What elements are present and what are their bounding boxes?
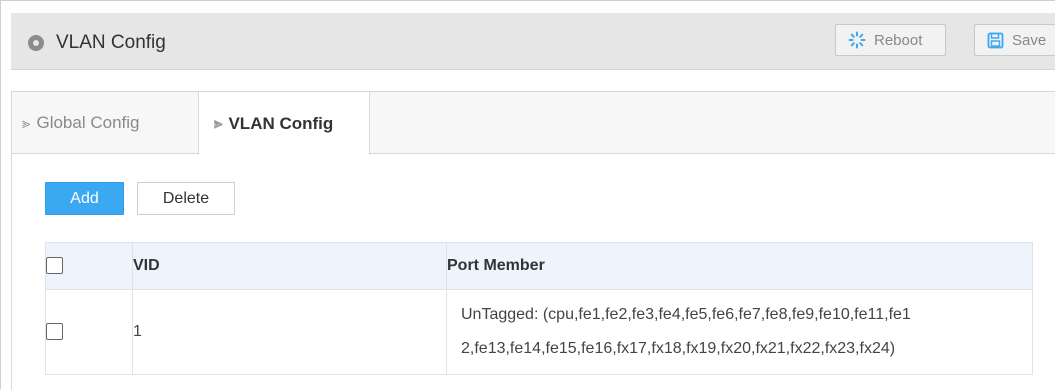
table-header-row: VID Port Member	[45, 242, 1033, 290]
row-select-cell	[45, 289, 133, 375]
page-header: VLAN Config Reboot Save	[11, 13, 1055, 70]
vlan-config-page: VLAN Config Reboot Save ⪢ Global Config …	[0, 0, 1055, 390]
select-all-header	[45, 242, 133, 290]
tab-bar: ⪢ Global Config ⪢ VLAN Config	[12, 92, 1055, 155]
select-all-checkbox[interactable]	[46, 257, 63, 275]
vid-cell: 1	[132, 289, 447, 375]
tab-global-config[interactable]: ⪢ Global Config	[12, 92, 198, 154]
column-header-port-member: Port Member	[446, 242, 1033, 290]
tab-label: VLAN Config	[228, 113, 334, 133]
floppy-disk-icon	[987, 32, 1004, 48]
vlan-table: VID Port Member 1 UnTagged: (cpu,fe1,fe2…	[45, 242, 1033, 375]
save-button[interactable]: Save	[974, 24, 1055, 56]
page-title: VLAN Config	[56, 32, 166, 53]
spinner-icon	[848, 31, 866, 49]
delete-button[interactable]: Delete	[137, 182, 235, 215]
port-member-cell: UnTagged: (cpu,fe1,fe2,fe3,fe4,fe5,fe6,f…	[446, 289, 1033, 375]
save-label: Save	[1012, 31, 1047, 49]
reboot-button[interactable]: Reboot	[835, 24, 946, 56]
row-checkbox[interactable]	[46, 323, 63, 341]
port-member-text: UnTagged: (cpu,fe1,fe2,fe3,fe4,fe5,fe6,f…	[447, 292, 1032, 372]
chevron-right-icon: ⪢	[214, 115, 223, 132]
reboot-label: Reboot	[874, 31, 923, 49]
column-header-vid: VID	[132, 242, 447, 290]
port-member-line-2: 2,fe13,fe14,fe15,fe16,fx17,fx18,fx19,fx2…	[461, 340, 896, 357]
table-row: 1 UnTagged: (cpu,fe1,fe2,fe3,fe4,fe5,fe6…	[45, 289, 1033, 375]
tab-vlan-config[interactable]: ⪢ VLAN Config	[198, 92, 370, 155]
port-member-line-1: UnTagged: (cpu,fe1,fe2,fe3,fe4,fe5,fe6,f…	[461, 306, 911, 323]
tab-label: Global Config	[36, 113, 140, 132]
add-button[interactable]: Add	[45, 182, 124, 215]
circle-icon	[28, 35, 44, 51]
chevron-right-icon: ⪢	[22, 114, 31, 132]
content-panel: ⪢ Global Config ⪢ VLAN Config Add Delete…	[11, 91, 1055, 390]
